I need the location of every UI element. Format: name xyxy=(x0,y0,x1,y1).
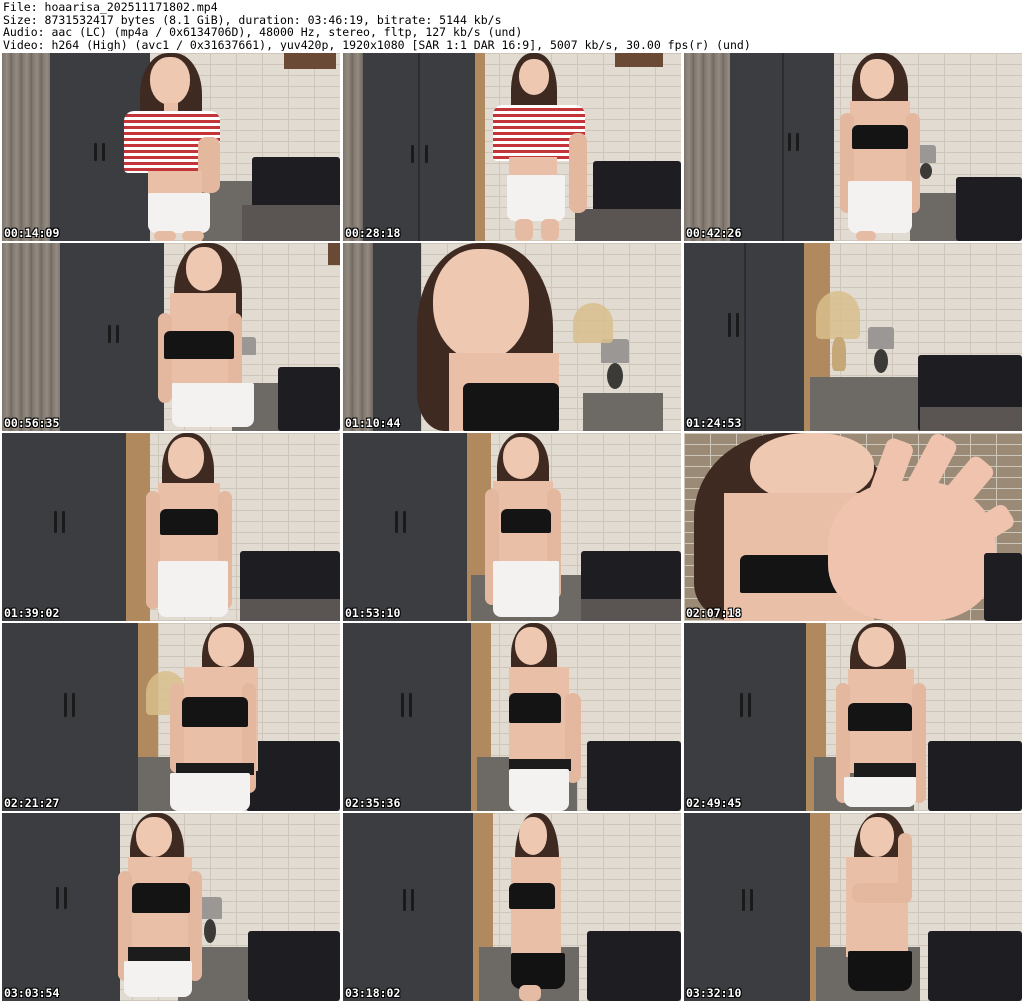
video-thumbnail: 03:18:02 xyxy=(343,813,681,1001)
video-thumbnail: 02:07:18 xyxy=(684,433,1022,621)
video-thumbnail: 01:10:44 xyxy=(343,243,681,431)
thumbnail-timestamp: 01:24:53 xyxy=(686,416,742,430)
thumbnail-timestamp: 03:03:54 xyxy=(4,986,60,1000)
video-thumbnail: 00:42:26 xyxy=(684,53,1022,241)
video-thumbnail: 01:53:10 xyxy=(343,433,681,621)
file-name-line: File: hoaarisa_202511171802.mp4 xyxy=(3,1,218,14)
video-thumbnail: 00:56:35 xyxy=(2,243,340,431)
video-thumbnail: 02:21:27 xyxy=(2,623,340,811)
video-thumbnail: 02:49:45 xyxy=(684,623,1022,811)
thumbnail-timestamp: 02:07:18 xyxy=(686,606,742,620)
thumbnail-timestamp: 01:39:02 xyxy=(4,606,60,620)
file-info-header: File: hoaarisa_202511171802.mp4 Size: 87… xyxy=(3,1,1021,53)
video-thumbnail: 03:32:10 xyxy=(684,813,1022,1001)
thumbnail-timestamp: 03:32:10 xyxy=(686,986,742,1000)
video-thumbnail: 00:14:09 xyxy=(2,53,340,241)
thumbnail-timestamp: 02:35:36 xyxy=(345,796,401,810)
video-thumbnail: 01:24:53 xyxy=(684,243,1022,431)
thumbnail-grid: 00:14:09 00:28:18 00:42:26 00:56:35 01:1… xyxy=(2,53,1022,1003)
thumbnail-timestamp: 02:21:27 xyxy=(4,796,60,810)
video-thumbnail: 00:28:18 xyxy=(343,53,681,241)
thumbnail-timestamp: 00:14:09 xyxy=(4,226,60,240)
thumbnail-timestamp: 03:18:02 xyxy=(345,986,401,1000)
video-thumbnail: 01:39:02 xyxy=(2,433,340,621)
file-size-line: Size: 8731532417 bytes (8.1 GiB), durati… xyxy=(3,13,502,26)
video-thumbnail: 02:35:36 xyxy=(343,623,681,811)
audio-info-line: Audio: aac (LC) (mp4a / 0x6134706D), 480… xyxy=(3,26,523,39)
thumbnail-timestamp: 00:42:26 xyxy=(686,226,742,240)
thumbnail-timestamp: 02:49:45 xyxy=(686,796,742,810)
thumbnail-timestamp: 00:28:18 xyxy=(345,226,401,240)
thumbnail-timestamp: 01:10:44 xyxy=(345,416,401,430)
thumbnail-timestamp: 01:53:10 xyxy=(345,606,401,620)
video-info-line: Video: h264 (High) (avc1 / 0x31637661), … xyxy=(3,38,751,51)
thumbnail-timestamp: 00:56:35 xyxy=(4,416,60,430)
video-thumbnail: 03:03:54 xyxy=(2,813,340,1001)
